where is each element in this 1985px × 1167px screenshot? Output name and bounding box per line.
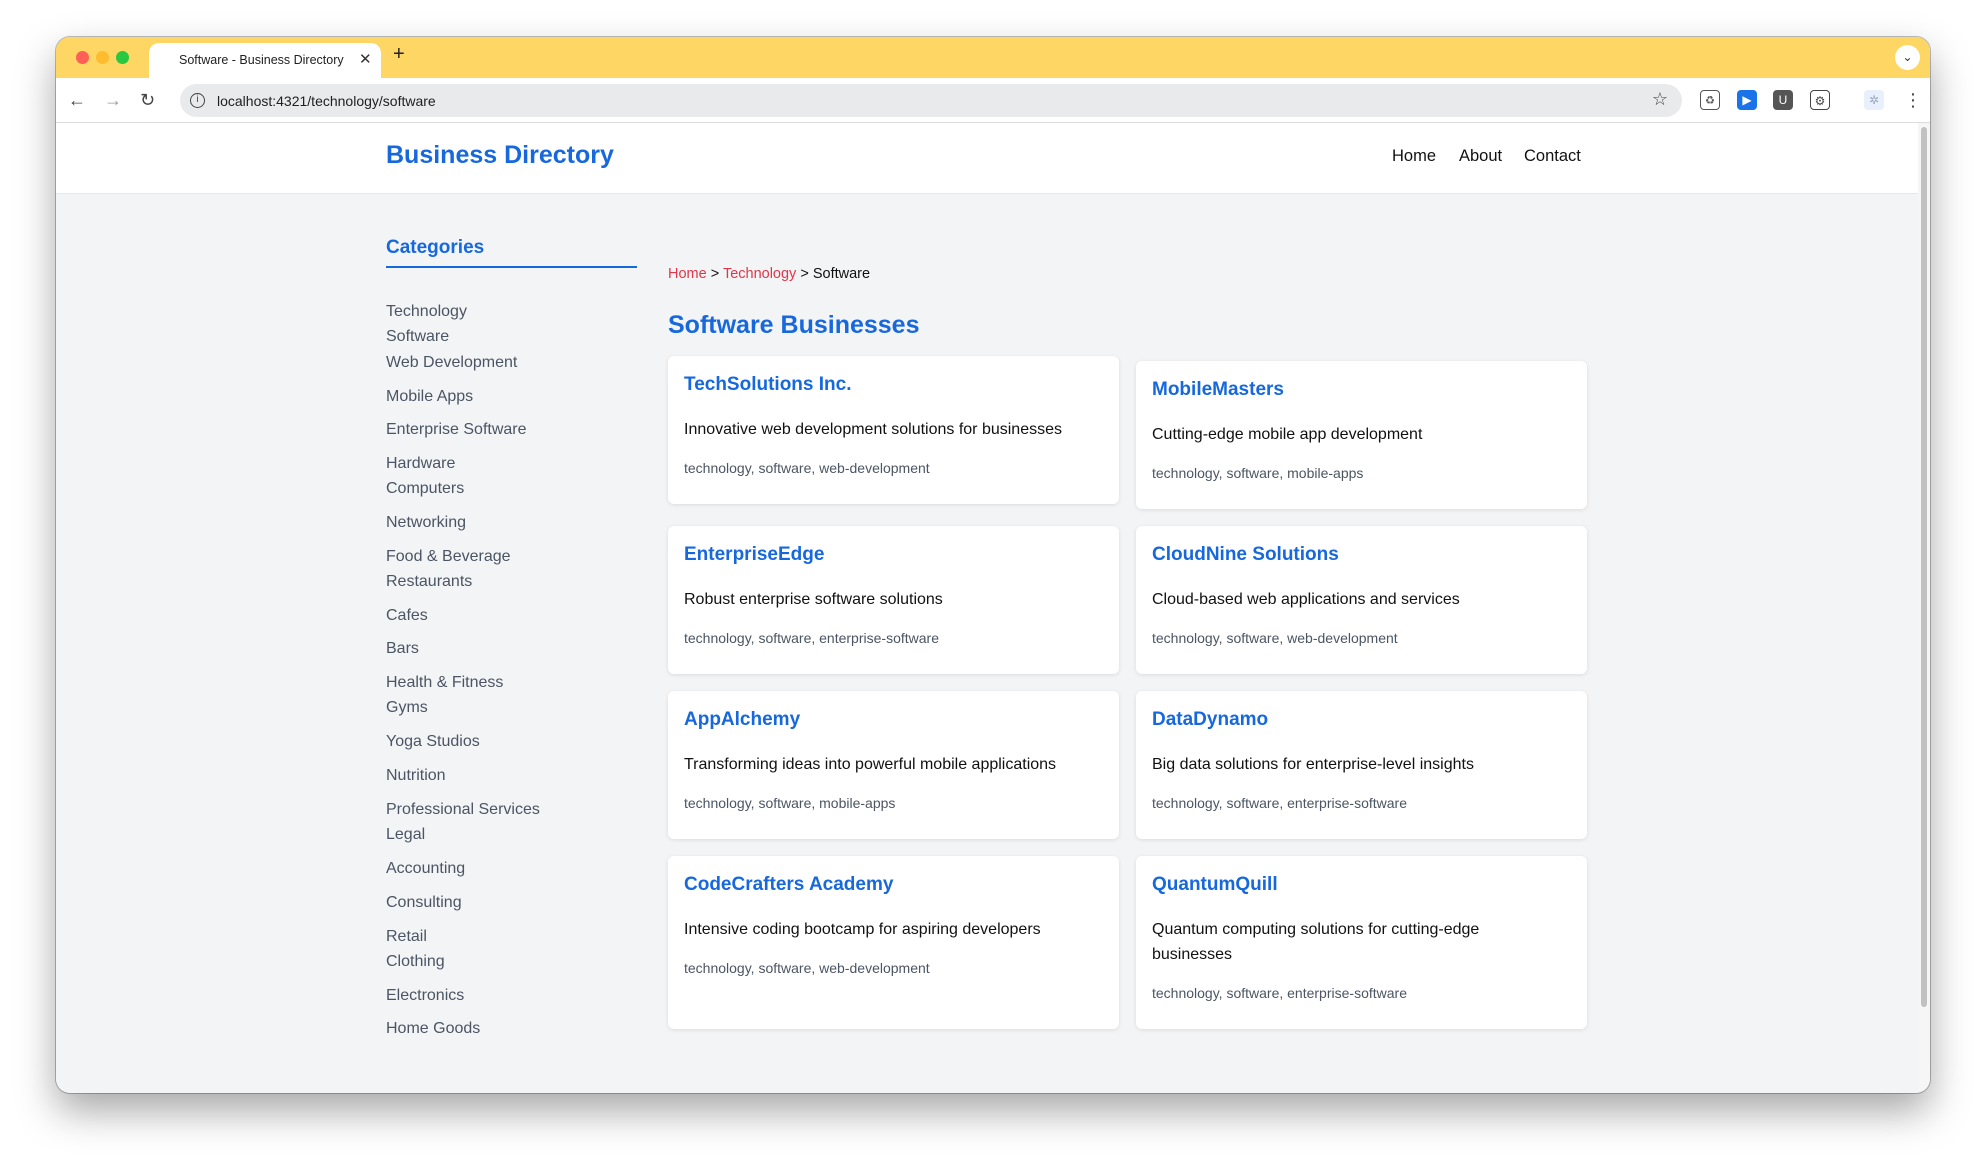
business-card: QuantumQuill Quantum computing solutions… bbox=[1136, 856, 1587, 1029]
business-name-link[interactable]: QuantumQuill bbox=[1152, 874, 1278, 896]
business-name-link[interactable]: DataDynamo bbox=[1152, 709, 1268, 731]
category-link[interactable]: Yoga Studios bbox=[386, 733, 480, 751]
category-link[interactable]: Technology bbox=[386, 303, 467, 321]
category-link[interactable]: Web Development bbox=[386, 354, 517, 372]
category-link[interactable]: Gyms bbox=[386, 699, 428, 717]
browser-toolbar: ← → ↻ i localhost:4321/technology/softwa… bbox=[56, 78, 1930, 123]
business-tags: technology, software, enterprise-softwar… bbox=[684, 630, 939, 646]
category-link[interactable]: Clothing bbox=[386, 953, 445, 971]
back-icon[interactable]: ← bbox=[68, 88, 86, 112]
business-description: Innovative web development solutions for… bbox=[684, 421, 1062, 438]
business-tags: technology, software, web-development bbox=[1152, 630, 1398, 646]
category-link[interactable]: Restaurants bbox=[386, 573, 472, 591]
business-card: CodeCrafters Academy Intensive coding bo… bbox=[668, 856, 1119, 1029]
business-name-link[interactable]: CloudNine Solutions bbox=[1152, 544, 1339, 566]
business-tags: technology, software, mobile-apps bbox=[684, 795, 896, 811]
menu-icon[interactable]: ⋮ bbox=[1904, 88, 1922, 112]
category-link[interactable]: Professional Services bbox=[386, 801, 540, 819]
category-link[interactable]: Mobile Apps bbox=[386, 388, 473, 406]
maximize-window-button[interactable] bbox=[116, 51, 129, 64]
puzzle-extensions-icon[interactable]: ⚙ bbox=[1810, 90, 1830, 110]
blue-extension-icon[interactable]: ▶ bbox=[1737, 90, 1757, 110]
business-description: Robust enterprise software solutions bbox=[684, 591, 943, 608]
address-bar[interactable]: i localhost:4321/technology/software ☆ bbox=[180, 84, 1682, 117]
business-description: Cloud-based web applications and service… bbox=[1152, 591, 1460, 608]
forward-icon[interactable]: → bbox=[104, 88, 122, 112]
business-card: DataDynamo Big data solutions for enterp… bbox=[1136, 691, 1587, 839]
business-tags: technology, software, mobile-apps bbox=[1152, 465, 1364, 481]
business-description: Transforming ideas into powerful mobile … bbox=[684, 756, 1057, 773]
category-link[interactable]: Retail bbox=[386, 928, 427, 946]
business-tags: technology, software, enterprise-softwar… bbox=[1152, 795, 1407, 811]
recycle-extension-icon[interactable]: ♻ bbox=[1700, 90, 1720, 110]
category-link[interactable]: Enterprise Software bbox=[386, 421, 527, 439]
minimize-window-button[interactable] bbox=[96, 51, 109, 64]
business-tags: technology, software, enterprise-softwar… bbox=[1152, 985, 1407, 1001]
close-window-button[interactable] bbox=[76, 51, 89, 64]
business-description: Big data solutions for enterprise-level … bbox=[1152, 756, 1474, 773]
business-description: Cutting-edge mobile app development bbox=[1152, 426, 1423, 443]
category-link[interactable]: Nutrition bbox=[386, 767, 446, 785]
site-info-icon[interactable]: i bbox=[190, 93, 205, 108]
breadcrumb-separator: > bbox=[706, 266, 723, 282]
business-tags: technology, software, web-development bbox=[684, 460, 930, 476]
business-name-link[interactable]: TechSolutions Inc. bbox=[684, 374, 852, 396]
category-link[interactable]: Hardware bbox=[386, 455, 455, 473]
category-link[interactable]: Accounting bbox=[386, 860, 465, 878]
business-tags: technology, software, web-development bbox=[684, 960, 930, 976]
close-icon[interactable]: ✕ bbox=[359, 50, 372, 68]
profile-avatar-icon[interactable]: ✲ bbox=[1864, 90, 1884, 110]
site-header: Business Directory Home About Contact bbox=[56, 123, 1918, 194]
business-card: CloudNine Solutions Cloud-based web appl… bbox=[1136, 526, 1587, 674]
breadcrumb-home-link[interactable]: Home bbox=[668, 266, 707, 282]
business-description: Quantum computing solutions for cutting-… bbox=[1152, 921, 1480, 963]
business-card: TechSolutions Inc. Innovative web develo… bbox=[668, 356, 1119, 504]
business-card: MobileMasters Cutting-edge mobile app de… bbox=[1136, 361, 1587, 509]
business-description: Intensive coding bootcamp for aspiring d… bbox=[684, 921, 1041, 938]
nav-about-link[interactable]: About bbox=[1459, 147, 1502, 166]
bookmark-star-icon[interactable]: ☆ bbox=[1652, 89, 1668, 110]
nav-home-link[interactable]: Home bbox=[1392, 147, 1436, 166]
business-name-link[interactable]: EnterpriseEdge bbox=[684, 544, 824, 566]
business-card: AppAlchemy Transforming ideas into power… bbox=[668, 691, 1119, 839]
category-link[interactable]: Consulting bbox=[386, 894, 462, 912]
business-name-link[interactable]: CodeCrafters Academy bbox=[684, 874, 893, 896]
tab-search-button[interactable]: ⌄ bbox=[1895, 45, 1920, 70]
category-link[interactable]: Home Goods bbox=[386, 1020, 480, 1038]
categories-heading: Categories bbox=[386, 237, 485, 258]
category-link[interactable]: Legal bbox=[386, 826, 425, 844]
scrollbar[interactable] bbox=[1918, 123, 1930, 1093]
category-link[interactable]: Computers bbox=[386, 480, 464, 498]
category-link[interactable]: Software bbox=[386, 328, 449, 346]
breadcrumb-technology-link[interactable]: Technology bbox=[723, 266, 796, 282]
category-link[interactable]: Networking bbox=[386, 514, 466, 532]
browser-window: Software - Business Directory ✕ + ⌄ ← → … bbox=[56, 37, 1930, 1093]
breadcrumb-current: Software bbox=[812, 266, 871, 282]
breadcrumb: Home > Technology > Software bbox=[668, 266, 870, 282]
site-brand[interactable]: Business Directory bbox=[386, 141, 614, 170]
reload-icon[interactable]: ↻ bbox=[140, 88, 155, 112]
category-link[interactable]: Cafes bbox=[386, 607, 428, 625]
category-link[interactable]: Health & Fitness bbox=[386, 674, 503, 692]
business-name-link[interactable]: MobileMasters bbox=[1152, 379, 1284, 401]
tab-strip: Software - Business Directory ✕ + ⌄ bbox=[56, 37, 1930, 78]
business-name-link[interactable]: AppAlchemy bbox=[684, 709, 800, 731]
category-link[interactable]: Electronics bbox=[386, 987, 464, 1005]
url-text[interactable]: localhost:4321/technology/software bbox=[217, 93, 436, 109]
page-title: Software Businesses bbox=[668, 311, 920, 339]
scrollbar-thumb[interactable] bbox=[1921, 127, 1927, 1007]
page-content: Business Directory Home About Contact Ca… bbox=[56, 123, 1918, 1093]
tab-title: Software - Business Directory bbox=[179, 53, 344, 67]
nav-contact-link[interactable]: Contact bbox=[1524, 147, 1581, 166]
new-tab-button[interactable]: + bbox=[393, 43, 405, 66]
u-extension-icon[interactable]: U bbox=[1773, 90, 1793, 110]
category-link[interactable]: Bars bbox=[386, 640, 419, 658]
breadcrumb-separator: > bbox=[796, 266, 813, 282]
categories-divider bbox=[386, 266, 637, 268]
business-card: EnterpriseEdge Robust enterprise softwar… bbox=[668, 526, 1119, 674]
active-tab[interactable]: Software - Business Directory ✕ bbox=[149, 43, 381, 78]
category-link[interactable]: Food & Beverage bbox=[386, 548, 511, 566]
